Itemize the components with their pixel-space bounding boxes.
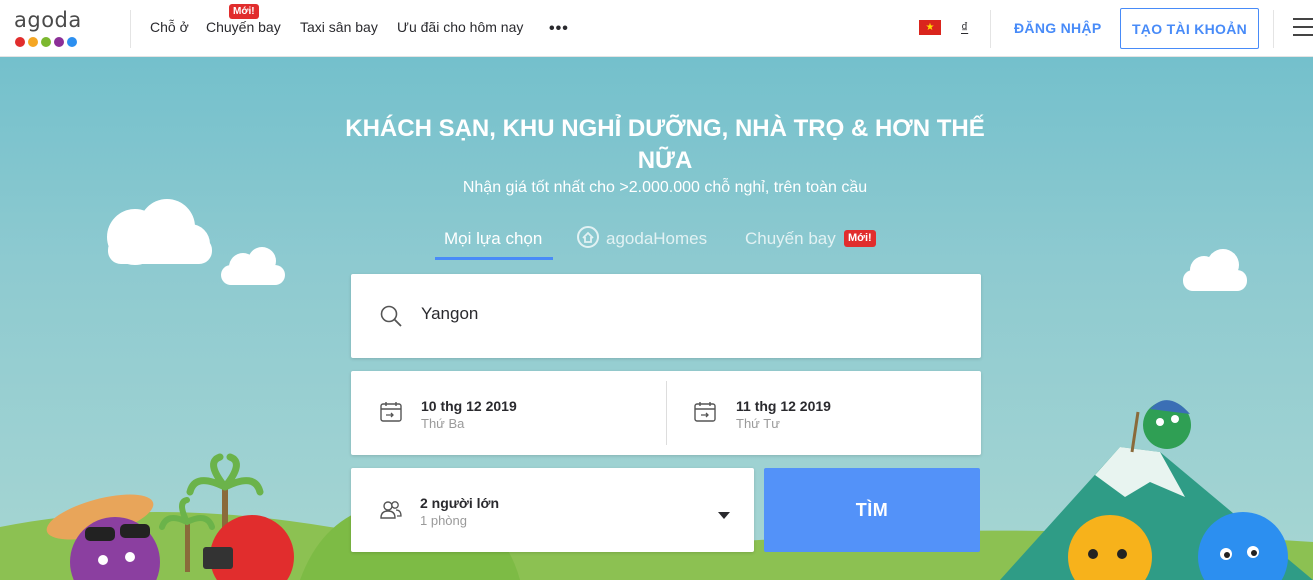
rooms-count: 1 phòng <box>420 513 467 528</box>
destination-search-box[interactable] <box>351 274 981 358</box>
top-navigation-bar: agoda Chỗ ở Chuyến bay Mới! Taxi sân bay… <box>0 0 1313 57</box>
home-icon <box>577 226 599 248</box>
search-icon <box>380 305 402 327</box>
new-badge: Mới! <box>229 4 259 19</box>
calendar-checkout-icon <box>694 401 716 423</box>
currency-selector[interactable]: ₫ <box>961 19 968 35</box>
tab-agoda-homes[interactable]: agodaHomes <box>606 229 707 249</box>
hero-section: KHÁCH SẠN, KHU NGHỈ DƯỠNG, NHÀ TRỌ & HƠN… <box>0 57 1313 580</box>
hero-subtitle: Nhận giá tốt nhất cho >2.000.000 chỗ ngh… <box>462 179 868 196</box>
more-menu-button[interactable]: ••• <box>549 20 569 38</box>
checkin-date[interactable]: 10 thg 12 2019 <box>421 398 517 414</box>
login-button[interactable]: ĐĂNG NHẬP <box>1014 20 1101 36</box>
cloud-icon <box>221 247 285 285</box>
divider <box>1273 10 1274 48</box>
logo-text: agoda <box>14 8 82 32</box>
nav-item-airport-taxi[interactable]: Taxi sân bay <box>300 19 378 35</box>
hero-title: KHÁCH SẠN, KHU NGHỈ DƯỠNG, NHÀ TRỌ & HƠN… <box>345 115 985 174</box>
new-badge: Mới! <box>844 230 876 247</box>
search-button[interactable]: TÌM <box>764 468 980 552</box>
date-picker: 10 thg 12 2019 Thứ Ba 11 thg 12 2019 Thứ… <box>351 371 981 455</box>
checkout-date[interactable]: 11 thg 12 2019 <box>736 398 831 414</box>
hamburger-menu-icon[interactable] <box>1293 18 1313 38</box>
chevron-down-icon[interactable] <box>718 507 730 519</box>
guests-count: 2 người lớn <box>420 495 500 511</box>
divider <box>990 10 991 48</box>
checkin-weekday: Thứ Ba <box>421 416 465 431</box>
checkout-weekday: Thứ Tư <box>736 416 780 431</box>
create-account-button[interactable]: TẠO TÀI KHOẢN <box>1120 8 1259 49</box>
nav-item-today-deals[interactable]: Ưu đãi cho hôm nay <box>397 19 523 35</box>
cloud-icon <box>107 199 212 265</box>
tab-all-options[interactable]: Mọi lựa chọn <box>444 229 542 249</box>
flag-star: ★ <box>925 21 935 33</box>
date-divider <box>666 381 667 445</box>
logo-dots <box>15 37 77 47</box>
active-tab-indicator <box>435 257 553 260</box>
calendar-checkin-icon <box>380 401 402 423</box>
nav-item-accommodation[interactable]: Chỗ ở <box>150 19 189 35</box>
guests-icon <box>380 499 402 521</box>
agoda-logo[interactable]: agoda <box>14 8 114 50</box>
tab-flights[interactable]: Chuyến bay <box>745 229 836 249</box>
cloud-icon <box>1183 249 1247 291</box>
destination-input[interactable] <box>421 304 921 324</box>
occupancy-selector[interactable]: 2 người lớn 1 phòng <box>351 468 754 552</box>
nav-item-flights[interactable]: Chuyến bay <box>206 19 281 35</box>
divider <box>130 10 131 48</box>
vietnam-flag-icon[interactable]: ★ <box>919 20 941 35</box>
